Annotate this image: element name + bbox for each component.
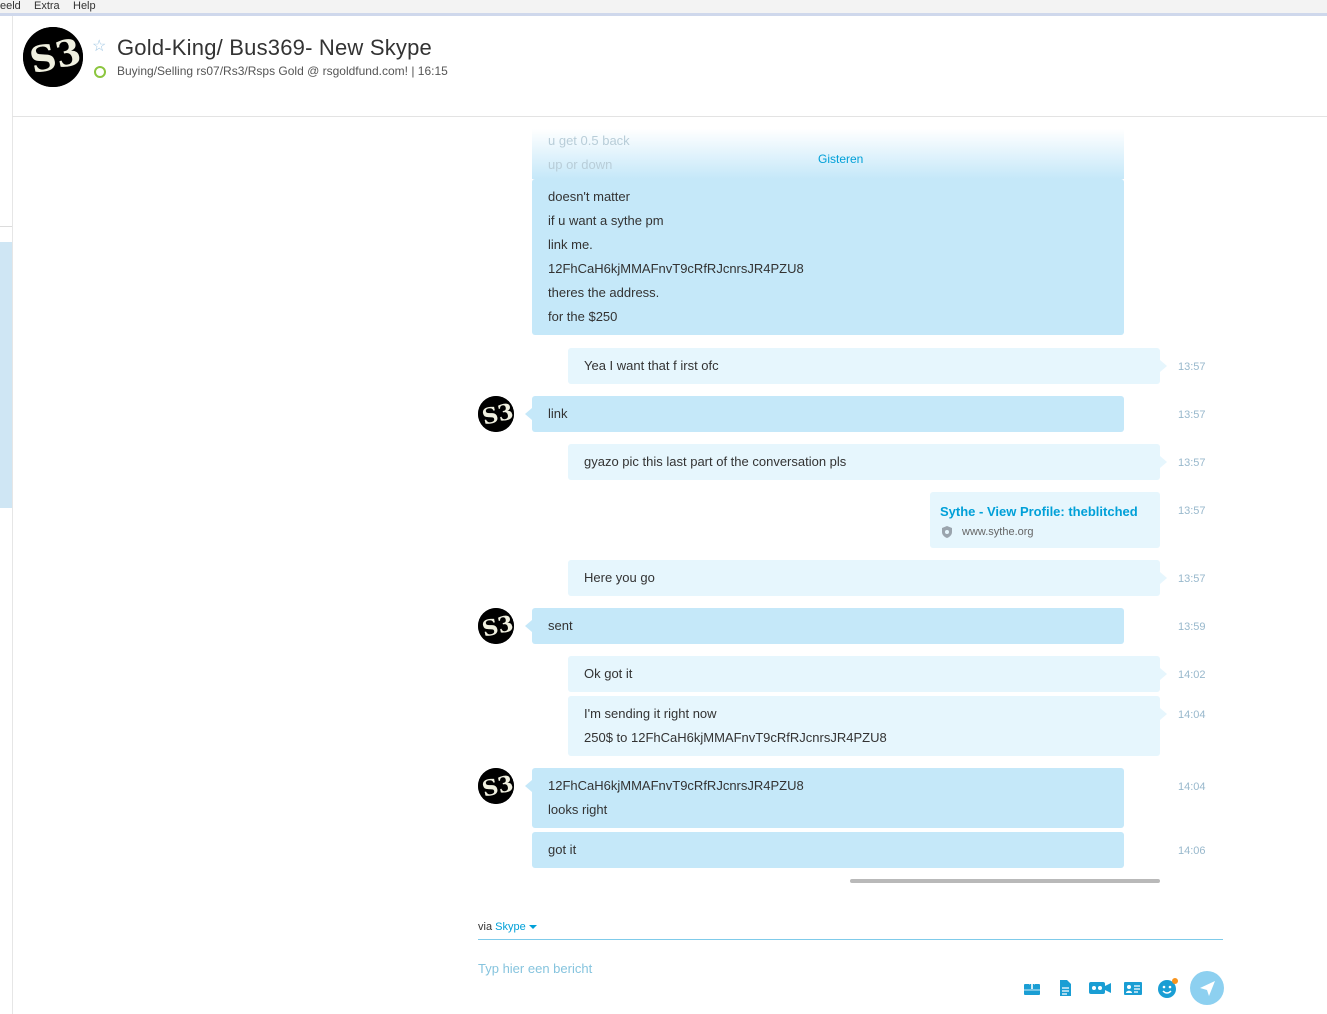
link-preview-title[interactable]: Sythe - View Profile: theblitched (940, 504, 1138, 519)
message-bubble-outgoing[interactable]: Here you go (568, 560, 1167, 596)
message-line: looks right (548, 802, 608, 817)
message-timestamp: 14:06 (1178, 845, 1206, 857)
menu-item-help[interactable]: Help (73, 0, 96, 13)
message-bubble-incoming[interactable]: got it (532, 832, 1124, 868)
message-timestamp: 13:59 (1178, 621, 1206, 633)
message-line: if u want a sythe pm (548, 213, 664, 228)
message-line: for the $250 (548, 309, 618, 324)
message-line: I'm sending it right now (584, 706, 717, 721)
send-file-icon[interactable] (1021, 977, 1043, 999)
send-via-selector[interactable]: via Skype (478, 921, 537, 933)
message-line: got it (548, 842, 577, 857)
message-line: 12FhCaH6kjMMAFnvT9cRfRJcnrsJR4PZU8 (548, 261, 804, 276)
message-timestamp: 14:02 (1178, 669, 1206, 681)
message-bubble-outgoing[interactable]: Ok got it (568, 656, 1167, 692)
conversation-header: S3 ☆ Gold-King/ Bus369- New Skype Buying… (12, 16, 1327, 117)
message-bubble-incoming[interactable]: 12FhCaH6kjMMAFnvT9cRfRJcnrsJR4PZU8 looks… (525, 768, 1124, 828)
message-timestamp: 13:57 (1178, 505, 1206, 517)
send-button[interactable] (1190, 971, 1224, 1005)
message-bubble-incoming[interactable]: doesn't matter if u want a sythe pm link… (532, 179, 1124, 335)
contact-card-icon[interactable] (1122, 977, 1144, 999)
message-bubble-incoming[interactable]: link (525, 396, 1124, 432)
message-line: u get 0.5 back (548, 133, 630, 148)
message-line: doesn't matter (548, 189, 630, 204)
contact-avatar[interactable]: S3 (23, 27, 83, 87)
message-timestamp: 14:04 (1178, 709, 1206, 721)
message-timestamp: 14:04 (1178, 781, 1206, 793)
via-label: via (478, 921, 493, 933)
contact-avatar-small[interactable]: S3 (478, 768, 514, 804)
video-message-icon[interactable] (1088, 977, 1111, 999)
message-timestamp: 13:57 (1178, 573, 1206, 585)
link-preview-url[interactable]: www.sythe.org (962, 526, 1034, 538)
favorite-star-icon[interactable]: ☆ (92, 36, 106, 56)
message-timestamp: 13:57 (1178, 409, 1206, 421)
message-timestamp: 13:57 (1178, 457, 1206, 469)
message-line: Yea I want that f irst ofc (584, 358, 719, 373)
message-line: 12FhCaH6kjMMAFnvT9cRfRJcnrsJR4PZU8 (548, 778, 804, 793)
message-line: theres the address. (548, 285, 660, 300)
contact-name: Gold-King/ Bus369- New Skype (117, 35, 432, 60)
via-service[interactable]: Skype (495, 921, 526, 933)
message-bubble-incoming[interactable]: sent (525, 608, 1124, 644)
menu-item-view[interactable]: eeld (0, 0, 21, 13)
send-document-icon[interactable] (1054, 977, 1076, 999)
emoticon-icon[interactable] (1156, 977, 1178, 999)
message-input[interactable] (478, 957, 998, 979)
panel-divider (0, 226, 12, 227)
menu-item-extra[interactable]: Extra (34, 0, 60, 13)
online-status-icon (94, 66, 106, 78)
chat-scroll-indicator[interactable] (850, 879, 1160, 883)
menu-bar: eeld Extra Help (0, 0, 1327, 14)
message-timestamp: 13:57 (1178, 361, 1206, 373)
message-line: sent (548, 618, 573, 633)
local-time: 16:15 (417, 64, 448, 78)
link-preview-card[interactable]: Sythe - View Profile: theblitched www.sy… (930, 492, 1160, 548)
mood-text: Buying/Selling rs07/Rs3/Rsps Gold @ rsgo… (117, 64, 408, 78)
mood-separator: | (411, 64, 415, 78)
contact-list-scrollbar[interactable] (0, 242, 12, 508)
chat-history[interactable]: u get 0.5 back up or down Gisteren doesn… (12, 117, 1327, 897)
contact-avatar-small[interactable]: S3 (478, 396, 514, 432)
send-arrow-icon (1200, 981, 1215, 996)
contact-mood: Buying/Selling rs07/Rs3/Rsps Gold @ rsgo… (117, 64, 448, 78)
message-bubble-outgoing[interactable]: Yea I want that f irst ofc (568, 348, 1167, 384)
message-line: gyazo pic this last part of the conversa… (584, 454, 847, 469)
message-line: Ok got it (584, 666, 633, 681)
message-bubble-outgoing[interactable]: I'm sending it right now 250$ to 12FhCaH… (568, 696, 1167, 756)
message-bubble-outgoing[interactable]: gyazo pic this last part of the conversa… (568, 444, 1167, 480)
contact-avatar-small[interactable]: S3 (478, 608, 514, 644)
site-shield-icon (940, 525, 954, 539)
message-line: link (548, 406, 568, 421)
composer-divider (478, 939, 1223, 940)
day-divider: Gisteren (818, 152, 864, 166)
chevron-down-icon[interactable] (528, 925, 537, 930)
message-line: Here you go (584, 570, 655, 585)
message-line: 250$ to 12FhCaH6kjMMAFnvT9cRfRJcnrsJR4PZ… (584, 730, 887, 745)
message-line: link me. (548, 237, 593, 252)
